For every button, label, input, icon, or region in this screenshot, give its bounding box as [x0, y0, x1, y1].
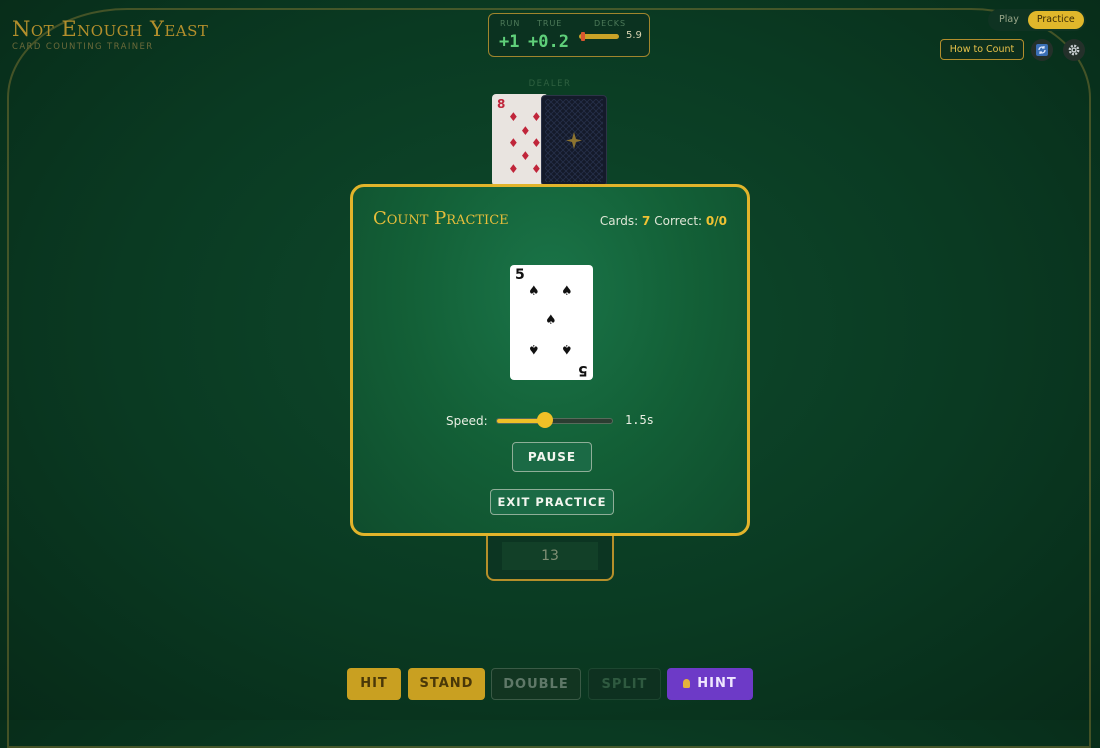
speed-slider[interactable]: [496, 418, 613, 424]
spade-icon: ♠: [528, 284, 540, 299]
true-count-label: TRUE: [537, 19, 563, 28]
count-practice-modal: Count Practice Cards: 7 Correct: 0/0 5 ♠…: [350, 184, 750, 536]
how-to-count-button[interactable]: How to Count: [940, 39, 1024, 60]
decks-marker: [581, 32, 585, 41]
lightbulb-icon: [683, 679, 691, 688]
app-subtitle: CARD COUNTING TRAINER: [12, 42, 154, 52]
player-total: 13: [502, 542, 598, 570]
card-back-icon: [545, 99, 603, 182]
spade-icon: ♠: [561, 284, 573, 299]
cards-label: Cards:: [599, 214, 639, 228]
card-rank: 5: [515, 267, 525, 283]
run-count-value: +1: [499, 32, 520, 52]
settings-button[interactable]: [1063, 39, 1085, 61]
dealer-upcard-rank: 8: [497, 97, 506, 111]
action-bar: HIT STAND DOUBLE SPLIT HINT: [0, 668, 1100, 700]
pause-button[interactable]: PAUSE: [512, 442, 592, 472]
count-display: RUN +1 TRUE +0.2 DECKS 5.9: [488, 13, 650, 57]
spade-icon: ♠: [545, 313, 557, 328]
diamond-icon: ♦: [520, 149, 531, 163]
speed-label: Speed:: [446, 414, 488, 428]
practice-card: 5 ♠ ♠ ♠ ♠ ♠ 5: [510, 265, 593, 380]
spade-icon: ♠: [528, 341, 540, 356]
speed-value: 1.5s: [625, 413, 654, 427]
hint-button[interactable]: HINT: [667, 668, 753, 700]
app-title: Not Enough Yeast: [12, 17, 209, 41]
true-count-value: +0.2: [528, 32, 569, 52]
card-rank-bottom: 5: [578, 362, 588, 378]
hint-label: HINT: [697, 676, 737, 691]
dealer-hole-card: [541, 95, 607, 186]
correct-label: Correct:: [654, 214, 703, 228]
spade-icon: ♠: [561, 341, 573, 356]
diamond-icon: ♦: [520, 124, 531, 138]
diamond-icon: ♦: [508, 110, 519, 124]
reshuffle-button[interactable]: [1031, 39, 1053, 61]
correct-value: 0/0: [705, 214, 727, 228]
practice-mode-button[interactable]: Practice: [1027, 11, 1084, 29]
dealer-label: DEALER: [528, 79, 572, 89]
speed-slider-thumb[interactable]: [537, 412, 554, 428]
diamond-icon: ♦: [508, 162, 519, 176]
reshuffle-icon: [1036, 44, 1048, 56]
modal-title: Count Practice: [373, 208, 509, 229]
decks-remaining-bar: [579, 34, 619, 39]
decks-value: 5.9: [626, 30, 642, 41]
exit-practice-button[interactable]: EXIT PRACTICE: [490, 489, 614, 515]
gear-icon: [1068, 44, 1080, 56]
run-count-label: RUN: [500, 19, 521, 28]
practice-stats: Cards: 7 Correct: 0/0: [600, 214, 727, 228]
speed-control: Speed: 1.5s: [353, 411, 747, 431]
play-mode-button[interactable]: Play: [990, 11, 1028, 29]
cards-value: 7: [642, 214, 651, 228]
diamond-icon: ♦: [508, 136, 519, 150]
mode-toggle: Play Practice: [988, 9, 1086, 31]
double-button[interactable]: DOUBLE: [491, 668, 581, 700]
stand-button[interactable]: STAND: [408, 668, 485, 700]
app-logo: Not Enough Yeast CARD COUNTING TRAINER: [12, 18, 208, 52]
hit-button[interactable]: HIT: [347, 668, 401, 700]
decks-label: DECKS: [594, 19, 627, 28]
split-button[interactable]: SPLIT: [588, 668, 661, 700]
dealer-upcard: 8 ♦ ♦ ♦ ♦ ♦ ♦ ♦ ♦: [492, 94, 548, 186]
